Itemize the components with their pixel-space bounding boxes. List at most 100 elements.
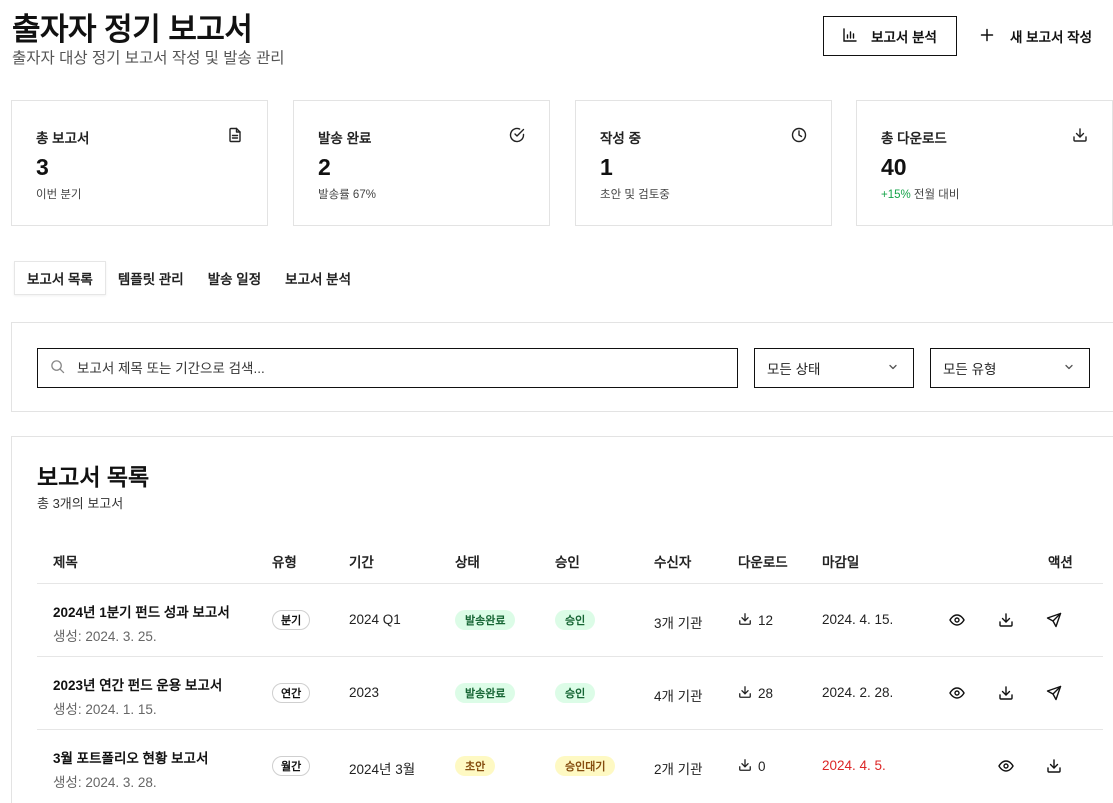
status-select-value: 모든 상태 bbox=[767, 362, 821, 377]
report-title[interactable]: 2023년 연간 펀드 운용 보고서 bbox=[53, 674, 222, 694]
download-icon[interactable] bbox=[1044, 756, 1064, 776]
period: 2024년 3월 bbox=[349, 762, 416, 777]
due-date: 2024. 4. 15. bbox=[822, 612, 894, 627]
download-count: 28 bbox=[738, 685, 773, 702]
approval-badge: 승인대기 bbox=[555, 756, 616, 776]
stat-value: 3 bbox=[36, 154, 49, 180]
search-icon bbox=[50, 359, 65, 377]
stat-value: 2 bbox=[318, 154, 331, 180]
search-box[interactable] bbox=[37, 348, 738, 388]
stat-card-in-progress: 작성 중 1 초안 및 검토중 bbox=[575, 100, 832, 226]
download-count: 0 bbox=[738, 758, 766, 775]
report-created: 생성: 2024. 3. 25. bbox=[53, 629, 157, 644]
tab-report-analysis[interactable]: 보고서 분석 bbox=[273, 261, 363, 295]
type-select-value: 모든 유형 bbox=[943, 362, 997, 377]
due-date: 2024. 2. 28. bbox=[822, 685, 894, 700]
chevron-down-icon bbox=[887, 361, 899, 376]
bar-chart-icon bbox=[843, 27, 857, 45]
column-header-due-date: 마감일 bbox=[822, 555, 860, 570]
type-badge: 월간 bbox=[272, 756, 311, 776]
stat-label: 총 보고서 bbox=[36, 131, 90, 146]
status-badge: 발송완료 bbox=[455, 610, 516, 630]
stat-label: 작성 중 bbox=[600, 131, 642, 146]
filter-panel: 모든 상태 모든 유형 bbox=[11, 322, 1113, 412]
status-badge: 발송완료 bbox=[455, 683, 516, 703]
recipients: 2개 기관 bbox=[654, 762, 703, 777]
report-analysis-label: 보고서 분석 bbox=[871, 30, 937, 45]
type-badge: 연간 bbox=[272, 683, 311, 703]
column-header-period: 기간 bbox=[349, 555, 374, 570]
clock-icon bbox=[791, 127, 807, 143]
page-subtitle: 출자자 대상 정기 보고서 작성 및 발송 관리 bbox=[12, 50, 285, 67]
column-header-type: 유형 bbox=[272, 555, 297, 570]
approval-badge: 승인 bbox=[555, 683, 596, 703]
column-header-approval: 승인 bbox=[555, 555, 580, 570]
new-report-label: 새 보고서 작성 bbox=[1010, 30, 1093, 45]
header-divider bbox=[37, 583, 1103, 584]
list-count: 총 3개의 보고서 bbox=[37, 496, 124, 511]
stat-sub: 초안 및 검토중 bbox=[600, 189, 670, 201]
send-icon[interactable] bbox=[1044, 683, 1064, 703]
row-title-cell: 2024년 1분기 펀드 성과 보고서 생성: 2024. 3. 25. bbox=[53, 601, 230, 645]
growth-caption: 전월 대비 bbox=[910, 189, 960, 201]
view-icon[interactable] bbox=[947, 610, 967, 630]
stat-card-downloads: 총 다운로드 40 +15% 전월 대비 bbox=[856, 100, 1113, 226]
stat-sub: 발송률 67% bbox=[318, 189, 376, 201]
report-list-panel: 보고서 목록 총 3개의 보고서 제목 유형 기간 상태 승인 수신자 다운로드… bbox=[11, 436, 1113, 803]
report-analysis-button[interactable]: 보고서 분석 bbox=[823, 16, 957, 56]
stat-label: 발송 완료 bbox=[318, 131, 372, 146]
download-count: 12 bbox=[738, 612, 773, 629]
chevron-down-icon bbox=[1063, 361, 1075, 376]
growth-percent: +15% bbox=[881, 189, 911, 201]
send-icon[interactable] bbox=[1044, 610, 1064, 630]
row-divider bbox=[37, 656, 1103, 657]
download-icon[interactable] bbox=[996, 610, 1016, 630]
view-icon[interactable] bbox=[947, 683, 967, 703]
download-icon bbox=[738, 612, 752, 629]
type-select[interactable]: 모든 유형 bbox=[930, 348, 1090, 388]
stat-sub: 이번 분기 bbox=[36, 189, 82, 201]
download-count-value: 28 bbox=[758, 686, 774, 701]
stat-value: 40 bbox=[881, 154, 907, 180]
due-date: 2024. 4. 5. bbox=[822, 758, 886, 773]
list-title: 보고서 목록 bbox=[37, 464, 150, 490]
column-header-title: 제목 bbox=[53, 555, 78, 570]
status-select[interactable]: 모든 상태 bbox=[754, 348, 914, 388]
status-badge: 초안 bbox=[455, 756, 496, 776]
download-icon bbox=[738, 685, 752, 702]
download-count-value: 12 bbox=[758, 613, 774, 628]
report-created: 생성: 2024. 1. 15. bbox=[53, 702, 157, 717]
row-title-cell: 2023년 연간 펀드 운용 보고서 생성: 2024. 1. 15. bbox=[53, 674, 222, 718]
document-icon bbox=[227, 127, 243, 143]
stat-sub: +15% 전월 대비 bbox=[881, 186, 959, 202]
report-title[interactable]: 2024년 1분기 펀드 성과 보고서 bbox=[53, 601, 230, 621]
tab-send-schedule[interactable]: 발송 일정 bbox=[196, 261, 273, 295]
recipients: 4개 기관 bbox=[654, 689, 703, 704]
column-header-actions: 액션 bbox=[1048, 555, 1073, 570]
tab-template-management[interactable]: 템플릿 관리 bbox=[106, 261, 196, 295]
period: 2024 Q1 bbox=[349, 612, 401, 627]
row-divider bbox=[37, 729, 1103, 730]
stat-card-sent: 발송 완료 2 발송률 67% bbox=[293, 100, 550, 226]
type-badge: 분기 bbox=[272, 610, 311, 630]
recipients: 3개 기관 bbox=[654, 616, 703, 631]
plus-icon bbox=[980, 28, 994, 45]
report-title[interactable]: 3월 포트폴리오 현황 보고서 bbox=[53, 747, 208, 767]
view-icon[interactable] bbox=[996, 756, 1016, 776]
new-report-button[interactable]: 새 보고서 작성 bbox=[980, 16, 1092, 56]
report-created: 생성: 2024. 3. 28. bbox=[53, 775, 157, 790]
stat-value: 1 bbox=[600, 154, 613, 180]
stat-label: 총 다운로드 bbox=[881, 131, 947, 146]
search-input[interactable] bbox=[77, 360, 677, 376]
approval-badge: 승인 bbox=[555, 610, 596, 630]
stat-card-total-reports: 총 보고서 3 이번 분기 bbox=[11, 100, 268, 226]
period: 2023 bbox=[349, 685, 380, 700]
download-icon bbox=[1072, 127, 1088, 143]
download-count-value: 0 bbox=[758, 759, 766, 774]
download-icon bbox=[738, 758, 752, 775]
column-header-recipients: 수신자 bbox=[654, 555, 692, 570]
tab-bar: 보고서 목록 템플릿 관리 발송 일정 보고서 분석 bbox=[14, 261, 363, 295]
tab-report-list[interactable]: 보고서 목록 bbox=[14, 261, 106, 295]
row-title-cell: 3월 포트폴리오 현황 보고서 생성: 2024. 3. 28. bbox=[53, 747, 208, 791]
download-icon[interactable] bbox=[996, 683, 1016, 703]
